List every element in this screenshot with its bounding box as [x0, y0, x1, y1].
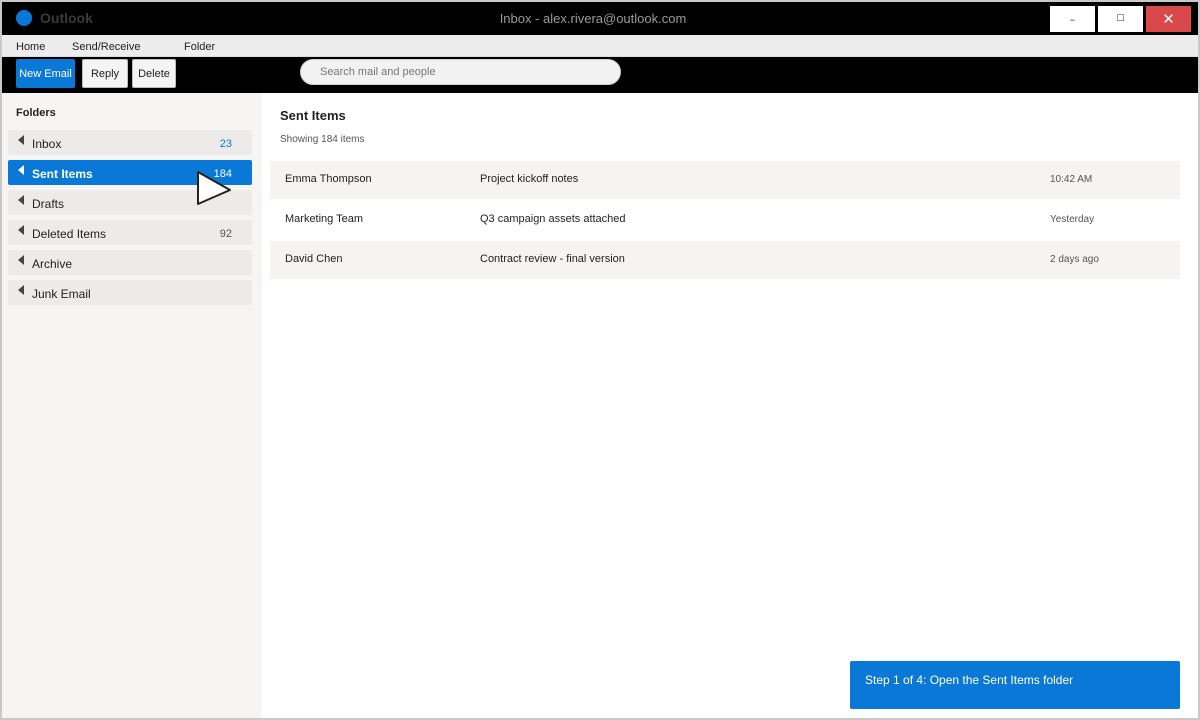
chevron-left-icon — [18, 195, 24, 205]
message-time: Yesterday — [1050, 214, 1095, 225]
search-input[interactable]: Search mail and people — [300, 59, 621, 85]
menu-folder[interactable]: Folder — [184, 41, 215, 53]
folders-heading: Folders — [16, 107, 56, 119]
chevron-left-icon — [18, 225, 24, 235]
sidebar-item-archive[interactable]: Archive — [8, 250, 252, 275]
outlook-window: Outlook Inbox - alex.rivera@outlook.com … — [0, 0, 1200, 720]
maximize-button[interactable]: ☐ — [1098, 6, 1143, 32]
message-row[interactable]: Marketing Team Q3 campaign assets attach… — [270, 201, 1180, 239]
tutorial-step-banner: Step 1 of 4: Open the Sent Items folder — [850, 661, 1180, 709]
item-count-summary: Showing 184 items — [280, 134, 365, 145]
reply-button[interactable]: Reply — [82, 59, 128, 88]
menu-bar: Home Send/Receive Folder — [2, 35, 1198, 57]
folder-label: Sent Items — [32, 167, 93, 181]
mouse-pointer-icon — [197, 171, 231, 205]
chevron-left-icon — [18, 165, 24, 175]
new-email-button[interactable]: New Email — [16, 59, 75, 88]
folder-label: Drafts — [32, 197, 65, 211]
folder-label: Archive — [32, 257, 73, 271]
sidebar-item-inbox[interactable]: Inbox 23 — [8, 130, 252, 155]
message-time: 10:42 AM — [1050, 174, 1093, 185]
folder-label: Junk Email — [32, 287, 91, 301]
folder-title: Sent Items — [280, 108, 346, 123]
unread-count: 23 — [219, 138, 232, 150]
folder-label: Inbox — [32, 137, 62, 151]
menu-send-receive[interactable]: Send/Receive — [72, 41, 141, 53]
message-time: 2 days ago — [1050, 254, 1099, 265]
message-row[interactable]: David Chen Contract review - final versi… — [270, 241, 1180, 279]
message-subject: Contract review - final version — [480, 253, 625, 265]
sidebar-item-deleted-items[interactable]: Deleted Items 92 — [8, 220, 252, 245]
message-row[interactable]: Emma Thompson Project kickoff notes 10:4… — [270, 161, 1180, 199]
message-subject: Project kickoff notes — [480, 173, 579, 185]
minimize-button[interactable]: – — [1050, 6, 1095, 32]
chevron-left-icon — [18, 135, 24, 145]
close-button[interactable]: ✕ — [1146, 6, 1191, 32]
message-sender: Marketing Team — [285, 213, 364, 225]
window-title: Inbox - alex.rivera@outlook.com — [499, 11, 687, 26]
title-bar: Outlook Inbox - alex.rivera@outlook.com … — [2, 2, 1198, 35]
menu-home[interactable]: Home — [16, 41, 45, 53]
delete-button[interactable]: Delete — [132, 59, 176, 88]
message-subject: Q3 campaign assets attached — [480, 213, 626, 225]
toolbar: New Email Reply Delete Search mail and p… — [2, 57, 1198, 93]
message-sender: David Chen — [285, 253, 343, 265]
chevron-left-icon — [18, 255, 24, 265]
sidebar-item-junk-email[interactable]: Junk Email — [8, 280, 252, 305]
chevron-left-icon — [18, 285, 24, 295]
item-count: 92 — [219, 228, 232, 240]
message-sender: Emma Thompson — [285, 173, 372, 185]
message-list-pane: Sent Items Showing 184 items Emma Thomps… — [262, 93, 1198, 718]
folder-label: Deleted Items — [32, 227, 107, 241]
